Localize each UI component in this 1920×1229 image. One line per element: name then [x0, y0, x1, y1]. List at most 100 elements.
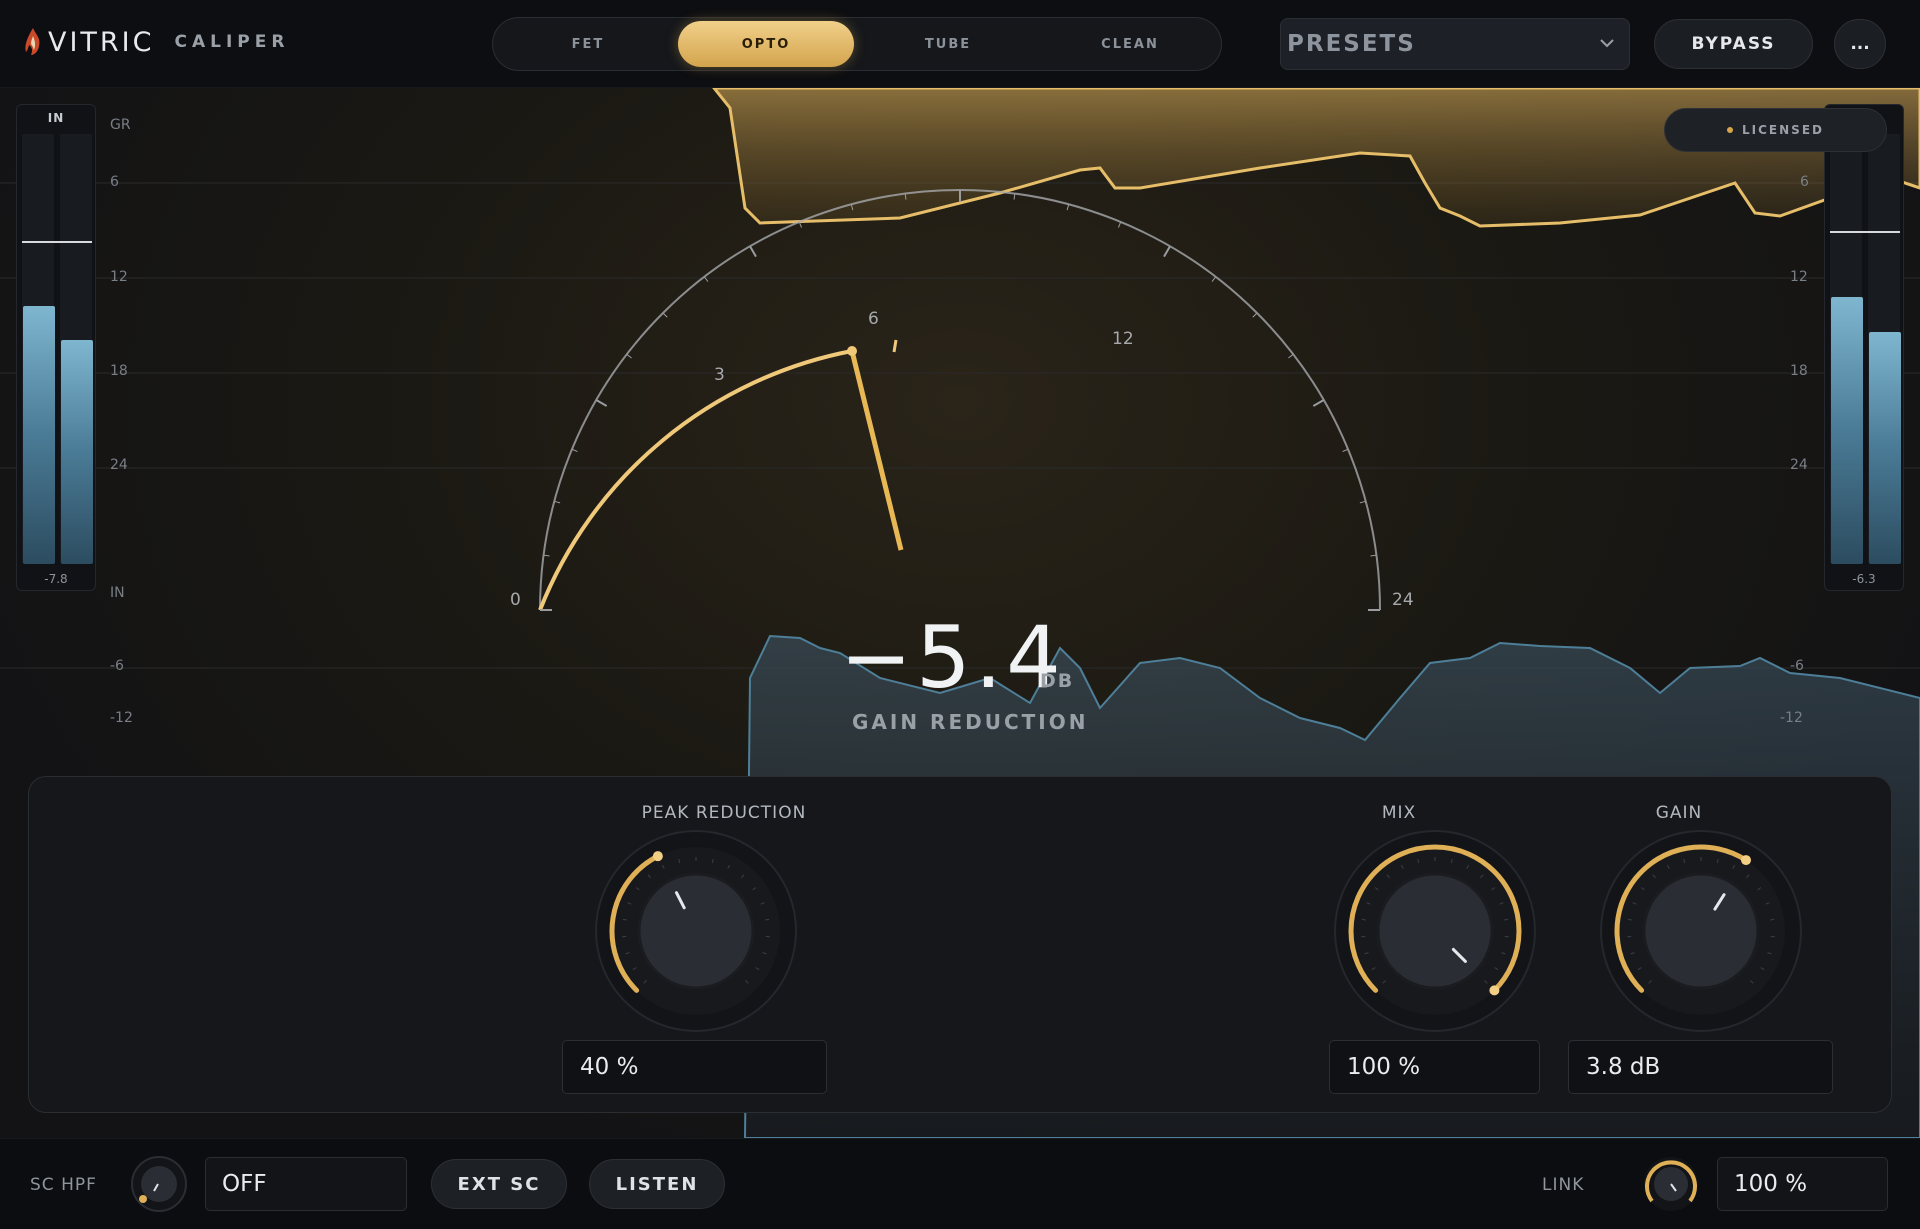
control-panel: PEAK REDUCTION 40 % MIX 100 % GAIN 3.8 d… [28, 776, 1892, 1113]
dial-arc-active [538, 349, 853, 611]
dial-tick [595, 399, 608, 407]
output-meter-bar-left [1831, 297, 1863, 564]
gr-scale-6: 6 [110, 174, 119, 190]
dial-tick [1312, 399, 1325, 407]
in-scale-title: IN [110, 585, 125, 601]
dial-label-12: 12 [1112, 329, 1134, 349]
presets-dropdown[interactable]: PRESETS [1280, 18, 1630, 70]
mix-knob[interactable] [1333, 829, 1537, 1033]
gain-value-field[interactable]: 3.8 dB [1568, 1040, 1833, 1094]
dial-tick [543, 554, 550, 557]
in-scale-minus6: -6 [110, 658, 124, 674]
bypass-button[interactable]: BYPASS [1654, 19, 1813, 69]
gr-scale-24: 24 [110, 457, 128, 473]
peak-reduction-value-field[interactable]: 40 % [562, 1040, 827, 1094]
compressor-mode-selector: FET OPTO TUBE CLEAN [492, 17, 1222, 71]
more-options-button[interactable]: ... [1834, 19, 1886, 69]
dial-tick [1013, 193, 1016, 200]
status-dot-icon [1727, 127, 1734, 133]
product-name: CALIPER [174, 32, 290, 52]
sc-hpf-value-field[interactable]: OFF [205, 1157, 407, 1211]
knob-value-dot [1489, 985, 1500, 996]
mode-clean-button[interactable]: CLEAN [1042, 21, 1218, 67]
dial-label-3: 3 [714, 365, 725, 385]
gr-scale-title: GR [110, 117, 131, 133]
link-label: LINK [1542, 1175, 1585, 1195]
peak-reduction-knob[interactable] [594, 829, 798, 1033]
output-meter-reading: -6.3 [1852, 572, 1876, 586]
brand: VITRIC CALIPER [22, 26, 289, 58]
link-knob[interactable] [1642, 1155, 1700, 1213]
dial-needle-tip [847, 346, 857, 356]
right-scale-24: 24 [1790, 457, 1808, 473]
dial-tick [1342, 448, 1349, 453]
right-scale-6: 6 [1800, 174, 1809, 190]
dial-arc [539, 189, 1381, 611]
output-meter-bar-right [1869, 331, 1901, 564]
gain-title: GAIN [1655, 803, 1703, 823]
gr-scale-12: 12 [110, 269, 128, 285]
knob-tick [1361, 918, 1366, 921]
listen-button[interactable]: LISTEN [589, 1159, 725, 1209]
peak-reduction-title: PEAK REDUCTION [641, 803, 807, 823]
dial-needle [849, 350, 904, 551]
mix-value-field[interactable]: 100 % [1329, 1040, 1540, 1094]
licensed-badge: LICENSED [1664, 108, 1887, 152]
right-scale-minus6: -6 [1790, 658, 1804, 674]
input-meter-title: IN [47, 111, 65, 125]
gr-scale-18: 18 [110, 363, 128, 379]
dial-tick [662, 312, 668, 318]
input-meter-bar-left [23, 306, 55, 564]
in-scale-minus12: -12 [110, 710, 133, 726]
mode-opto-button[interactable]: OPTO [678, 21, 854, 67]
knob-tick [622, 918, 627, 921]
ext-sc-button[interactable]: EXT SC [431, 1159, 567, 1209]
dial-tick [1066, 204, 1070, 211]
gain-reduction-label: GAIN REDUCTION [852, 710, 1089, 734]
dial-label-6: 6 [868, 309, 879, 329]
dial-tick [1117, 221, 1122, 228]
gain-reduction-value: −5.4 [840, 608, 1065, 708]
knob-value-dot [1741, 855, 1752, 866]
knob-tick [1770, 918, 1775, 921]
knob-tick [1504, 918, 1509, 921]
licensed-label: LICENSED [1742, 123, 1824, 137]
right-scale-minus12: -12 [1780, 710, 1803, 726]
knob-tick [1627, 918, 1632, 921]
brand-name: VITRIC [48, 26, 155, 58]
dial-tick [749, 245, 757, 258]
knob-tick [765, 918, 770, 921]
output-meter: -6.3 [1824, 104, 1904, 591]
mode-tube-button[interactable]: TUBE [860, 21, 1036, 67]
link-value-field[interactable]: 100 % [1717, 1157, 1888, 1211]
sc-hpf-label: SC HPF [30, 1175, 97, 1195]
sc-hpf-knob[interactable] [130, 1155, 188, 1213]
dial-tick [1359, 500, 1366, 504]
dial-peak-hold-marker [892, 339, 898, 353]
dial-tick [1252, 312, 1258, 318]
chevron-down-icon [1600, 39, 1614, 48]
dial-tick [1370, 554, 1377, 557]
right-scale-12: 12 [1790, 269, 1808, 285]
dial-label-24: 24 [1392, 590, 1414, 610]
dial-tick [1163, 245, 1171, 258]
mode-fet-button[interactable]: FET [500, 21, 676, 67]
top-bar: VITRIC CALIPER FET OPTO TUBE CLEAN PRESE… [0, 0, 1920, 88]
gain-reduction-unit: DB [1040, 670, 1075, 692]
bottom-bar: SC HPF OFF EXT SC LISTEN LINK 100 % [0, 1138, 1920, 1229]
gain-knob[interactable] [1599, 829, 1803, 1033]
input-meter-bar-right [61, 340, 93, 564]
input-meter-reading: -7.8 [44, 572, 68, 586]
dial-label-0: 0 [510, 590, 521, 610]
presets-label: PRESETS [1287, 31, 1416, 57]
dial-tick [554, 500, 561, 504]
grid-lines [0, 182, 1920, 669]
dial-tick [1288, 353, 1294, 359]
knob-value-dot [652, 851, 663, 862]
input-peak-hold-line [22, 241, 92, 243]
dial-tick [626, 353, 632, 359]
dial-tick [571, 448, 578, 453]
flame-logo-icon [25, 28, 40, 55]
dial-ticks [540, 190, 1380, 611]
output-peak-hold-line [1830, 231, 1900, 233]
